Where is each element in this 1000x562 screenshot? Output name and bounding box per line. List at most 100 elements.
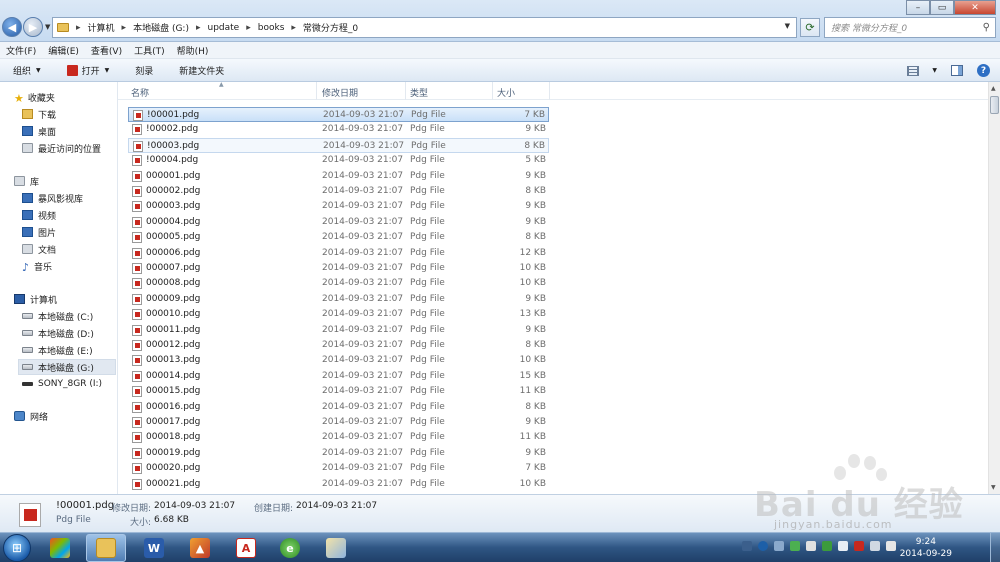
taskbar-clock[interactable]: 9:24 2014-09-29 xyxy=(900,536,952,560)
column-name[interactable]: 名称 xyxy=(131,86,149,99)
menu-file[interactable]: 文件(F) xyxy=(6,44,36,57)
menu-edit[interactable]: 编辑(E) xyxy=(48,44,79,57)
file-row[interactable]: 000004.pdg 2014-09-03 21:07 Pdg File 9 KB xyxy=(128,215,549,230)
file-row[interactable]: !00002.pdg 2014-09-03 21:07 Pdg File 9 KB xyxy=(128,122,549,137)
file-row[interactable]: 000007.pdg 2014-09-03 21:07 Pdg File 10 KB xyxy=(128,261,549,276)
battery-icon[interactable] xyxy=(790,541,800,551)
taskbar-paint[interactable] xyxy=(316,534,356,562)
nav-drive-e[interactable]: 本地磁盘 (E:) xyxy=(22,343,93,357)
chevron-down-icon[interactable]: ▼ xyxy=(932,67,937,74)
nav-usb-drive[interactable]: SONY_8GR (I:) xyxy=(22,377,102,391)
action-center-flag-icon[interactable] xyxy=(838,541,848,551)
back-button[interactable]: ◀ xyxy=(2,17,22,37)
nav-videos[interactable]: 视频 xyxy=(22,208,56,222)
file-row[interactable]: 000002.pdg 2014-09-03 21:07 Pdg File 8 KB xyxy=(128,184,549,199)
file-row[interactable]: 000019.pdg 2014-09-03 21:07 Pdg File 9 KB xyxy=(128,446,549,461)
vertical-scrollbar[interactable]: ▲ ▼ xyxy=(988,82,1000,494)
taskbar-matlab[interactable]: ▲ xyxy=(180,534,220,562)
file-row[interactable]: 000020.pdg 2014-09-03 21:07 Pdg File 7 KB xyxy=(128,461,549,476)
file-row[interactable]: 000017.pdg 2014-09-03 21:07 Pdg File 9 KB xyxy=(128,415,549,430)
file-row[interactable]: !00004.pdg 2014-09-03 21:07 Pdg File 5 KB xyxy=(128,153,549,168)
nav-network[interactable]: 网络 xyxy=(14,409,48,423)
file-row[interactable]: 000018.pdg 2014-09-03 21:07 Pdg File 11 KB xyxy=(128,430,549,445)
preview-pane-icon[interactable] xyxy=(951,65,963,76)
file-row[interactable]: 000011.pdg 2014-09-03 21:07 Pdg File 9 KB xyxy=(128,323,549,338)
volume-icon[interactable] xyxy=(886,541,896,551)
file-row[interactable]: 000021.pdg 2014-09-03 21:07 Pdg File 10 KB xyxy=(128,477,549,492)
file-row[interactable]: 000014.pdg 2014-09-03 21:07 Pdg File 15 KB xyxy=(128,369,549,384)
nav-computer[interactable]: 计算机 xyxy=(14,292,57,306)
desktop-icon xyxy=(22,126,33,136)
taskbar-pdf-reader[interactable]: A xyxy=(226,534,266,562)
address-bar[interactable]: ▸ 计算机 ▸ 本地磁盘 (G:) ▸ update ▸ books ▸ 常微分… xyxy=(52,17,797,38)
tray-arrow-icon[interactable] xyxy=(774,541,784,551)
nav-drive-g[interactable]: 本地磁盘 (G:) xyxy=(18,359,116,375)
menu-view[interactable]: 查看(V) xyxy=(91,44,122,57)
breadcrumb-books[interactable]: books xyxy=(258,23,285,33)
search-icon[interactable]: ⚲ xyxy=(983,22,990,33)
menu-tools[interactable]: 工具(T) xyxy=(134,44,165,57)
nav-desktop[interactable]: 桌面 xyxy=(22,124,56,138)
file-row[interactable]: 000006.pdg 2014-09-03 21:07 Pdg File 12 KB xyxy=(128,246,549,261)
file-row[interactable]: 000009.pdg 2014-09-03 21:07 Pdg File 9 KB xyxy=(128,292,549,307)
antivirus-icon[interactable] xyxy=(854,541,864,551)
taskbar-explorer[interactable] xyxy=(86,534,126,562)
scroll-up-icon[interactable]: ▲ xyxy=(991,85,996,92)
refresh-button[interactable]: ⟳ xyxy=(800,18,820,37)
taskbar-windows-player[interactable] xyxy=(40,534,80,562)
file-row[interactable]: !00001.pdg 2014-09-03 21:07 Pdg File 7 KB xyxy=(128,107,549,122)
close-button[interactable]: ✕ xyxy=(954,0,996,15)
burn-button[interactable]: 刻录 xyxy=(135,64,153,77)
open-button[interactable]: 打开 ▼ xyxy=(66,64,109,77)
view-options-icon[interactable] xyxy=(907,65,920,76)
nav-favorites[interactable]: ★ 收藏夹 xyxy=(14,90,55,105)
file-row[interactable]: 000010.pdg 2014-09-03 21:07 Pdg File 13 KB xyxy=(128,307,549,322)
nav-drive-c[interactable]: 本地磁盘 (C:) xyxy=(22,309,93,323)
start-button[interactable]: ⊞ xyxy=(3,534,31,562)
nav-pictures[interactable]: 图片 xyxy=(22,225,56,239)
file-row[interactable]: 000005.pdg 2014-09-03 21:07 Pdg File 8 KB xyxy=(128,230,549,245)
nav-libraries[interactable]: 库 xyxy=(14,174,39,188)
breadcrumb-current-folder[interactable]: 常微分方程_0 xyxy=(303,21,358,34)
address-dropdown-icon[interactable]: ▼ xyxy=(785,22,790,30)
file-row[interactable]: 000001.pdg 2014-09-03 21:07 Pdg File 9 KB xyxy=(128,169,549,184)
help-icon[interactable]: ? xyxy=(977,64,990,77)
taskbar-browser[interactable]: e xyxy=(270,534,310,562)
column-type[interactable]: 类型 xyxy=(410,86,428,99)
nav-drive-d[interactable]: 本地磁盘 (D:) xyxy=(22,326,94,340)
file-row[interactable]: 000016.pdg 2014-09-03 21:07 Pdg File 8 KB xyxy=(128,400,549,415)
file-row[interactable]: 000015.pdg 2014-09-03 21:07 Pdg File 11 KB xyxy=(128,384,549,399)
nav-baofeng-library[interactable]: 暴风影视库 xyxy=(22,191,83,205)
security-shield-icon[interactable] xyxy=(822,541,832,551)
column-date-modified[interactable]: 修改日期 xyxy=(322,86,358,99)
network-tray-icon[interactable] xyxy=(806,541,816,551)
breadcrumb-drive-g[interactable]: 本地磁盘 (G:) xyxy=(133,21,189,34)
forward-button[interactable]: ▶ xyxy=(23,17,43,37)
show-desktop-button[interactable] xyxy=(990,533,1000,562)
nav-documents[interactable]: 文档 xyxy=(22,242,56,256)
menu-help[interactable]: 帮助(H) xyxy=(177,44,209,57)
nav-downloads[interactable]: 下载 xyxy=(22,107,56,121)
scroll-thumb[interactable] xyxy=(990,96,999,114)
recent-pages-dropdown[interactable]: ▼ xyxy=(45,23,50,31)
organize-button[interactable]: 组织 ▼ xyxy=(13,64,41,77)
search-input[interactable]: 搜索 常微分方程_0 ⚲ xyxy=(824,17,996,38)
file-row[interactable]: 000012.pdg 2014-09-03 21:07 Pdg File 8 KB xyxy=(128,338,549,353)
breadcrumb-update[interactable]: update xyxy=(208,23,240,33)
file-row[interactable]: !00003.pdg 2014-09-03 21:07 Pdg File 8 KB xyxy=(128,137,549,153)
keyboard-icon[interactable] xyxy=(742,541,752,551)
new-folder-button[interactable]: 新建文件夹 xyxy=(179,64,224,77)
file-row[interactable]: 000008.pdg 2014-09-03 21:07 Pdg File 10 KB xyxy=(128,276,549,291)
scroll-down-icon[interactable]: ▼ xyxy=(991,484,996,491)
file-row[interactable]: 000013.pdg 2014-09-03 21:07 Pdg File 10 KB xyxy=(128,353,549,368)
taskbar-word[interactable]: W xyxy=(134,534,174,562)
nav-music[interactable]: ♪ 音乐 xyxy=(22,259,52,274)
breadcrumb-computer[interactable]: 计算机 xyxy=(88,21,115,34)
file-row[interactable]: 000003.pdg 2014-09-03 21:07 Pdg File 9 KB xyxy=(128,199,549,214)
column-size[interactable]: 大小 xyxy=(497,86,515,99)
help-tray-icon[interactable] xyxy=(758,541,768,551)
minimize-button[interactable]: – xyxy=(906,0,930,15)
maximize-button[interactable]: ▭ xyxy=(930,0,954,15)
wifi-icon[interactable] xyxy=(870,541,880,551)
nav-recent-places[interactable]: 最近访问的位置 xyxy=(22,141,101,155)
